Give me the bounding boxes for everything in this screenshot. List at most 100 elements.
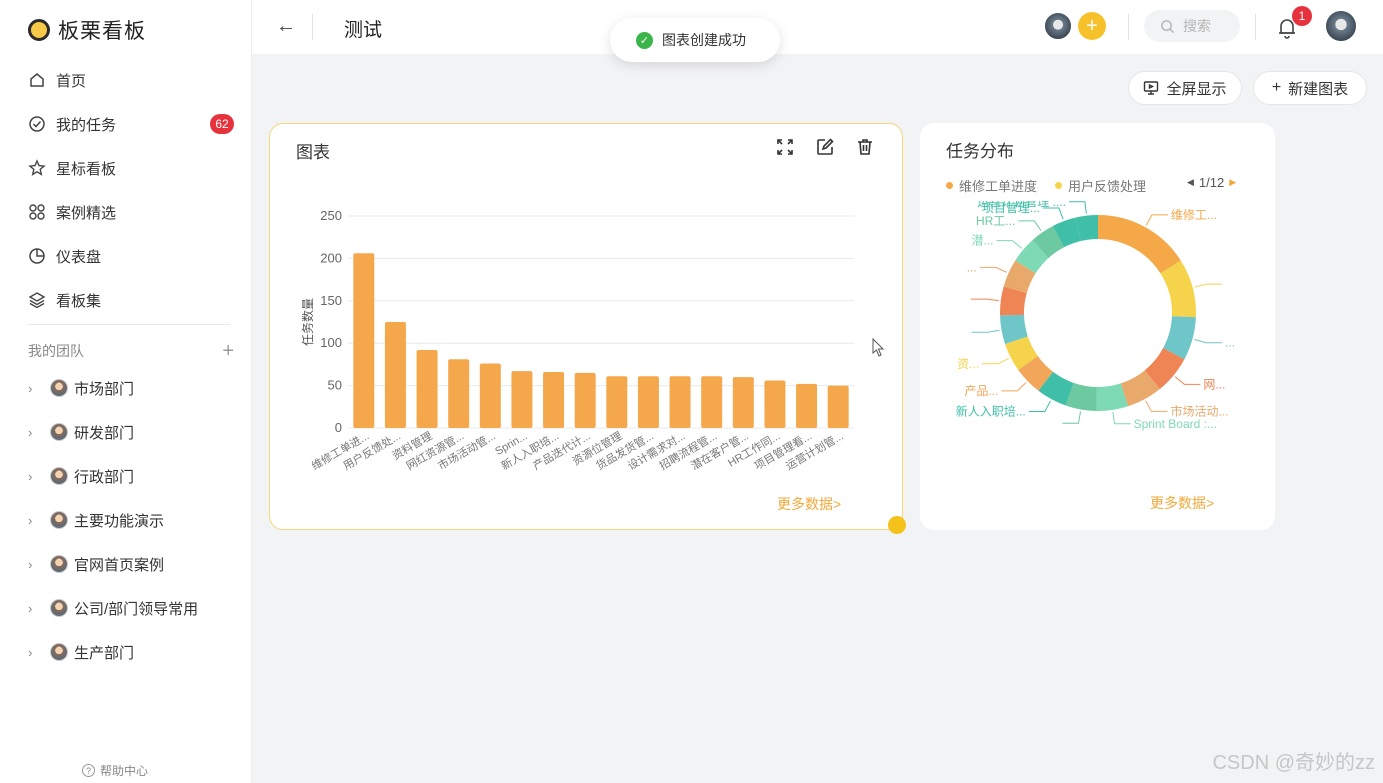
team-item-market[interactable]: › 市场部门 <box>0 366 252 410</box>
bar[interactable] <box>574 372 596 428</box>
donut-slice[interactable] <box>1032 225 1065 259</box>
bar[interactable] <box>353 253 375 428</box>
team-item-homepage[interactable]: › 官网首页案例 <box>0 542 252 586</box>
nav-item-cases[interactable]: 案例精选 <box>0 190 252 234</box>
team-item-leaders[interactable]: › 公司/部门领导常用 <box>0 586 252 630</box>
logo-icon <box>28 19 50 41</box>
team-item-label: 研发部门 <box>74 424 135 442</box>
legend-item[interactable]: 维修工单进度 <box>959 176 1037 195</box>
donut-slice[interactable] <box>1120 370 1160 407</box>
donut-slice[interactable] <box>1000 314 1028 345</box>
slice-leader-line <box>1001 382 1027 392</box>
legend-item[interactable]: 用户反馈处理 <box>1068 176 1146 195</box>
donut-slice[interactable] <box>1003 260 1036 294</box>
nav-item-dashboard[interactable]: 仪表盘 <box>0 234 252 278</box>
donut-slice[interactable] <box>1144 347 1185 390</box>
task-distribution-card[interactable]: 任务分布 维修工单进度 用户反馈处理 ◀ 1/12 ▶ 维修工...... 网..… <box>920 123 1275 530</box>
team-item-label: 公司/部门领导常用 <box>74 600 199 618</box>
team-item-label: 官网首页案例 <box>74 556 165 574</box>
chevron-right-icon[interactable]: › <box>28 557 42 572</box>
bar[interactable] <box>827 385 849 428</box>
slice-label: Sprint Board :... <box>1134 417 1217 431</box>
user-avatar[interactable] <box>1324 9 1358 43</box>
slice-label: ... <box>967 260 977 274</box>
search-input[interactable]: 搜索 <box>1144 10 1240 42</box>
y-tick-label: 150 <box>320 293 342 308</box>
team-item-production[interactable]: › 生产部门 <box>0 630 252 674</box>
donut-slice[interactable] <box>1096 383 1129 411</box>
slice-leader-line <box>982 357 1010 365</box>
chevron-right-icon[interactable]: › <box>28 425 42 440</box>
bar[interactable] <box>701 376 723 428</box>
donut-slice[interactable] <box>1005 336 1038 370</box>
notification-badge: 1 <box>1292 6 1312 26</box>
bar[interactable] <box>796 383 818 428</box>
slice-label: 新人入职培... <box>956 404 1026 419</box>
donut-slice[interactable] <box>1052 217 1082 248</box>
slice-leader-line <box>996 240 1022 249</box>
bar[interactable] <box>479 363 501 428</box>
slice-leader-line <box>1042 207 1064 220</box>
member-avatar[interactable] <box>1043 11 1073 41</box>
bar[interactable] <box>448 359 470 428</box>
chevron-right-icon[interactable]: › <box>28 469 42 484</box>
pie-legend: 维修工单进度 用户反馈处理 <box>946 176 1146 195</box>
nav-item-my-tasks[interactable]: 我的任务 62 <box>0 102 252 146</box>
bar[interactable] <box>637 376 659 428</box>
donut-slice[interactable] <box>1075 215 1099 242</box>
expand-icon[interactable] <box>774 136 796 158</box>
nav-item-home[interactable]: 首页 <box>0 58 252 102</box>
nav-item-board-sets[interactable]: 看板集 <box>0 278 252 322</box>
team-item-rd[interactable]: › 研发部门 <box>0 410 252 454</box>
chevron-right-icon[interactable]: › <box>28 645 42 660</box>
back-arrow-icon[interactable]: ← <box>276 15 296 38</box>
donut-slice[interactable] <box>1065 382 1098 411</box>
chevron-right-icon[interactable]: › <box>28 601 42 616</box>
edit-icon[interactable] <box>814 136 836 158</box>
bar[interactable] <box>732 377 754 428</box>
grid-icon <box>28 203 46 221</box>
bar[interactable] <box>416 349 438 428</box>
bar[interactable] <box>511 371 533 428</box>
legend-page: 1/12 <box>1198 175 1225 190</box>
bar[interactable] <box>543 372 565 428</box>
next-page-icon[interactable]: ▶ <box>1229 177 1236 188</box>
help-center-link[interactable]: ? 帮助中心 <box>82 762 148 779</box>
team-list: › 市场部门 › 研发部门 › 行政部门 › 主要功能演示 › 官网首页案例 › 公司/部门… <box>0 366 252 674</box>
donut-slice[interactable] <box>1015 240 1049 274</box>
donut-slice[interactable] <box>1160 260 1196 318</box>
nav-item-starred[interactable]: 星标看板 <box>0 146 252 190</box>
bar-chart-card[interactable]: 图表 0 50 100 150 200 250 任务数量 维修工单进... 用户反馈处... 资料… <box>269 123 903 530</box>
team-item-admin[interactable]: › 行政部门 <box>0 454 252 498</box>
fullscreen-button[interactable]: 全屏显示 <box>1128 71 1242 105</box>
search-icon <box>1161 19 1175 33</box>
donut-slice[interactable] <box>1000 286 1027 316</box>
toast-message: 图表创建成功 <box>662 32 746 48</box>
chevron-right-icon[interactable]: › <box>28 381 42 396</box>
resize-handle[interactable] <box>888 516 906 534</box>
app-logo[interactable]: 板栗看板 <box>28 15 146 45</box>
more-data-link[interactable]: 更多数据> <box>777 494 841 514</box>
help-label: 帮助中心 <box>100 764 149 778</box>
donut-slice[interactable] <box>1018 355 1054 391</box>
more-data-link[interactable]: 更多数据> <box>1150 493 1214 513</box>
add-member-button[interactable]: + <box>1078 12 1106 40</box>
bar[interactable] <box>606 376 628 428</box>
new-chart-label: 新建图表 <box>1288 80 1349 98</box>
prev-page-icon[interactable]: ◀ <box>1187 177 1194 188</box>
slice-label: HR工... <box>976 214 1015 228</box>
bar[interactable] <box>669 376 691 428</box>
bar[interactable] <box>764 380 786 428</box>
donut-slice[interactable] <box>1038 371 1074 406</box>
sidebar-divider <box>28 324 230 325</box>
team-item-demo[interactable]: › 主要功能演示 <box>0 498 252 542</box>
delete-icon[interactable] <box>854 136 876 158</box>
monitor-icon <box>1143 80 1159 96</box>
y-tick-label: 100 <box>320 335 342 350</box>
donut-slice[interactable] <box>1097 215 1181 274</box>
bar[interactable] <box>384 322 406 428</box>
donut-slice[interactable] <box>1162 315 1196 360</box>
add-team-icon[interactable]: + <box>222 341 234 361</box>
chevron-right-icon[interactable]: › <box>28 513 42 528</box>
new-chart-button[interactable]: + 新建图表 <box>1253 71 1367 105</box>
